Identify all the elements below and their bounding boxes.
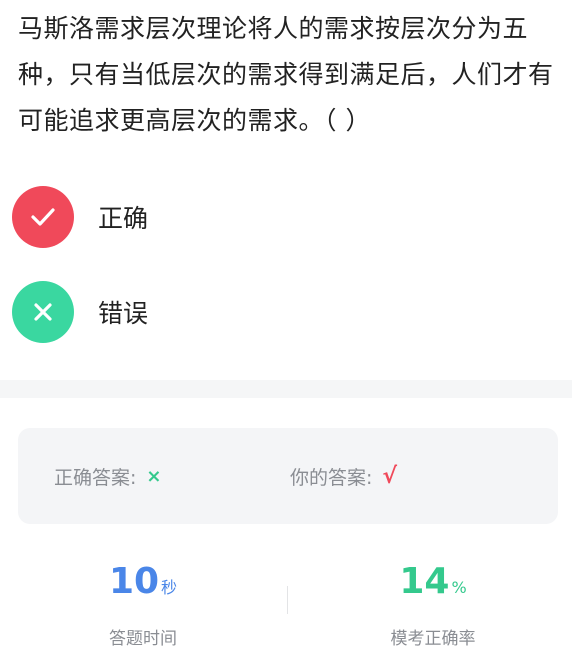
question-text: 马斯洛需求层次理论将人的需求按层次分为五种，只有当低层次的需求得到满足后，人们才… — [18, 14, 554, 135]
option-wrong-label: 错误 — [98, 299, 149, 328]
stats-divider — [287, 586, 288, 614]
answer-time-unit: 秒 — [161, 578, 178, 597]
answer-time-label: 答题时间 — [109, 629, 177, 649]
check-icon — [31, 208, 55, 226]
option-correct-circle[interactable] — [12, 186, 74, 248]
close-icon — [34, 303, 52, 321]
your-answer-label: 你的答案: — [290, 466, 373, 489]
option-correct-label: 正确 — [98, 204, 149, 233]
correct-answer: 正确答案: × — [54, 428, 162, 524]
accuracy-value-row: 14 % — [290, 560, 572, 610]
answer-card: 正确答案: × 你的答案: √ — [18, 428, 558, 524]
accuracy-stat: 14 % 模考正确率 — [290, 560, 572, 649]
your-answer: 你的答案: √ — [290, 428, 397, 524]
correct-answer-label: 正确答案: — [54, 466, 137, 489]
accuracy-label: 模考正确率 — [390, 629, 476, 649]
section-divider — [0, 380, 572, 398]
your-answer-mark: √ — [382, 463, 398, 489]
option-wrong[interactable]: 错误 — [12, 281, 312, 343]
option-wrong-circle[interactable] — [12, 281, 74, 343]
correct-answer-mark: × — [146, 465, 162, 487]
accuracy-value: 14 — [399, 561, 450, 602]
answer-time-stat: 10 秒 答题时间 — [0, 560, 286, 649]
answer-time-value-row: 10 秒 — [0, 560, 286, 610]
accuracy-unit: % — [451, 578, 467, 597]
option-correct[interactable]: 正确 — [12, 186, 312, 248]
answer-time-value: 10 — [108, 561, 160, 602]
